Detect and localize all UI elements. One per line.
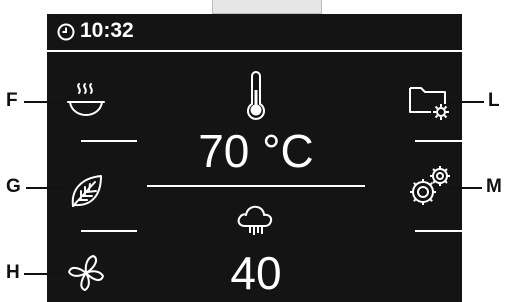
callout-g: G bbox=[6, 176, 21, 197]
humidity-value: 40 bbox=[230, 247, 282, 299]
humidity-cloud-icon bbox=[235, 204, 275, 236]
leaf-icon[interactable] bbox=[65, 170, 107, 212]
top-tab bbox=[212, 0, 322, 14]
center-divider bbox=[147, 185, 365, 187]
callout-f: F bbox=[6, 90, 18, 111]
leader-m bbox=[450, 187, 482, 189]
callout-h: H bbox=[6, 262, 20, 283]
folder-settings-icon[interactable] bbox=[407, 82, 453, 122]
status-divider bbox=[47, 50, 462, 52]
right-divider-top bbox=[415, 140, 465, 142]
leader-g bbox=[26, 187, 64, 189]
left-divider-top bbox=[81, 140, 137, 142]
steaming-bowl-icon[interactable] bbox=[65, 80, 107, 120]
display-screen: 10:32 70 °C 40 bbox=[47, 14, 465, 302]
leader-h bbox=[24, 273, 64, 275]
status-bar: 10:32 bbox=[47, 14, 462, 50]
clock-icon bbox=[57, 23, 75, 41]
right-divider-bottom bbox=[415, 230, 465, 232]
leader-f bbox=[24, 101, 64, 103]
callout-m: M bbox=[486, 176, 502, 197]
leader-l bbox=[448, 101, 484, 103]
status-time: 10:32 bbox=[80, 19, 134, 42]
temperature-value: 70 °C bbox=[198, 125, 314, 177]
gears-icon[interactable] bbox=[407, 164, 453, 208]
fan-icon[interactable] bbox=[65, 252, 107, 294]
thermometer-icon bbox=[244, 70, 268, 120]
left-divider-bottom bbox=[81, 230, 137, 232]
callout-l: L bbox=[488, 90, 500, 111]
